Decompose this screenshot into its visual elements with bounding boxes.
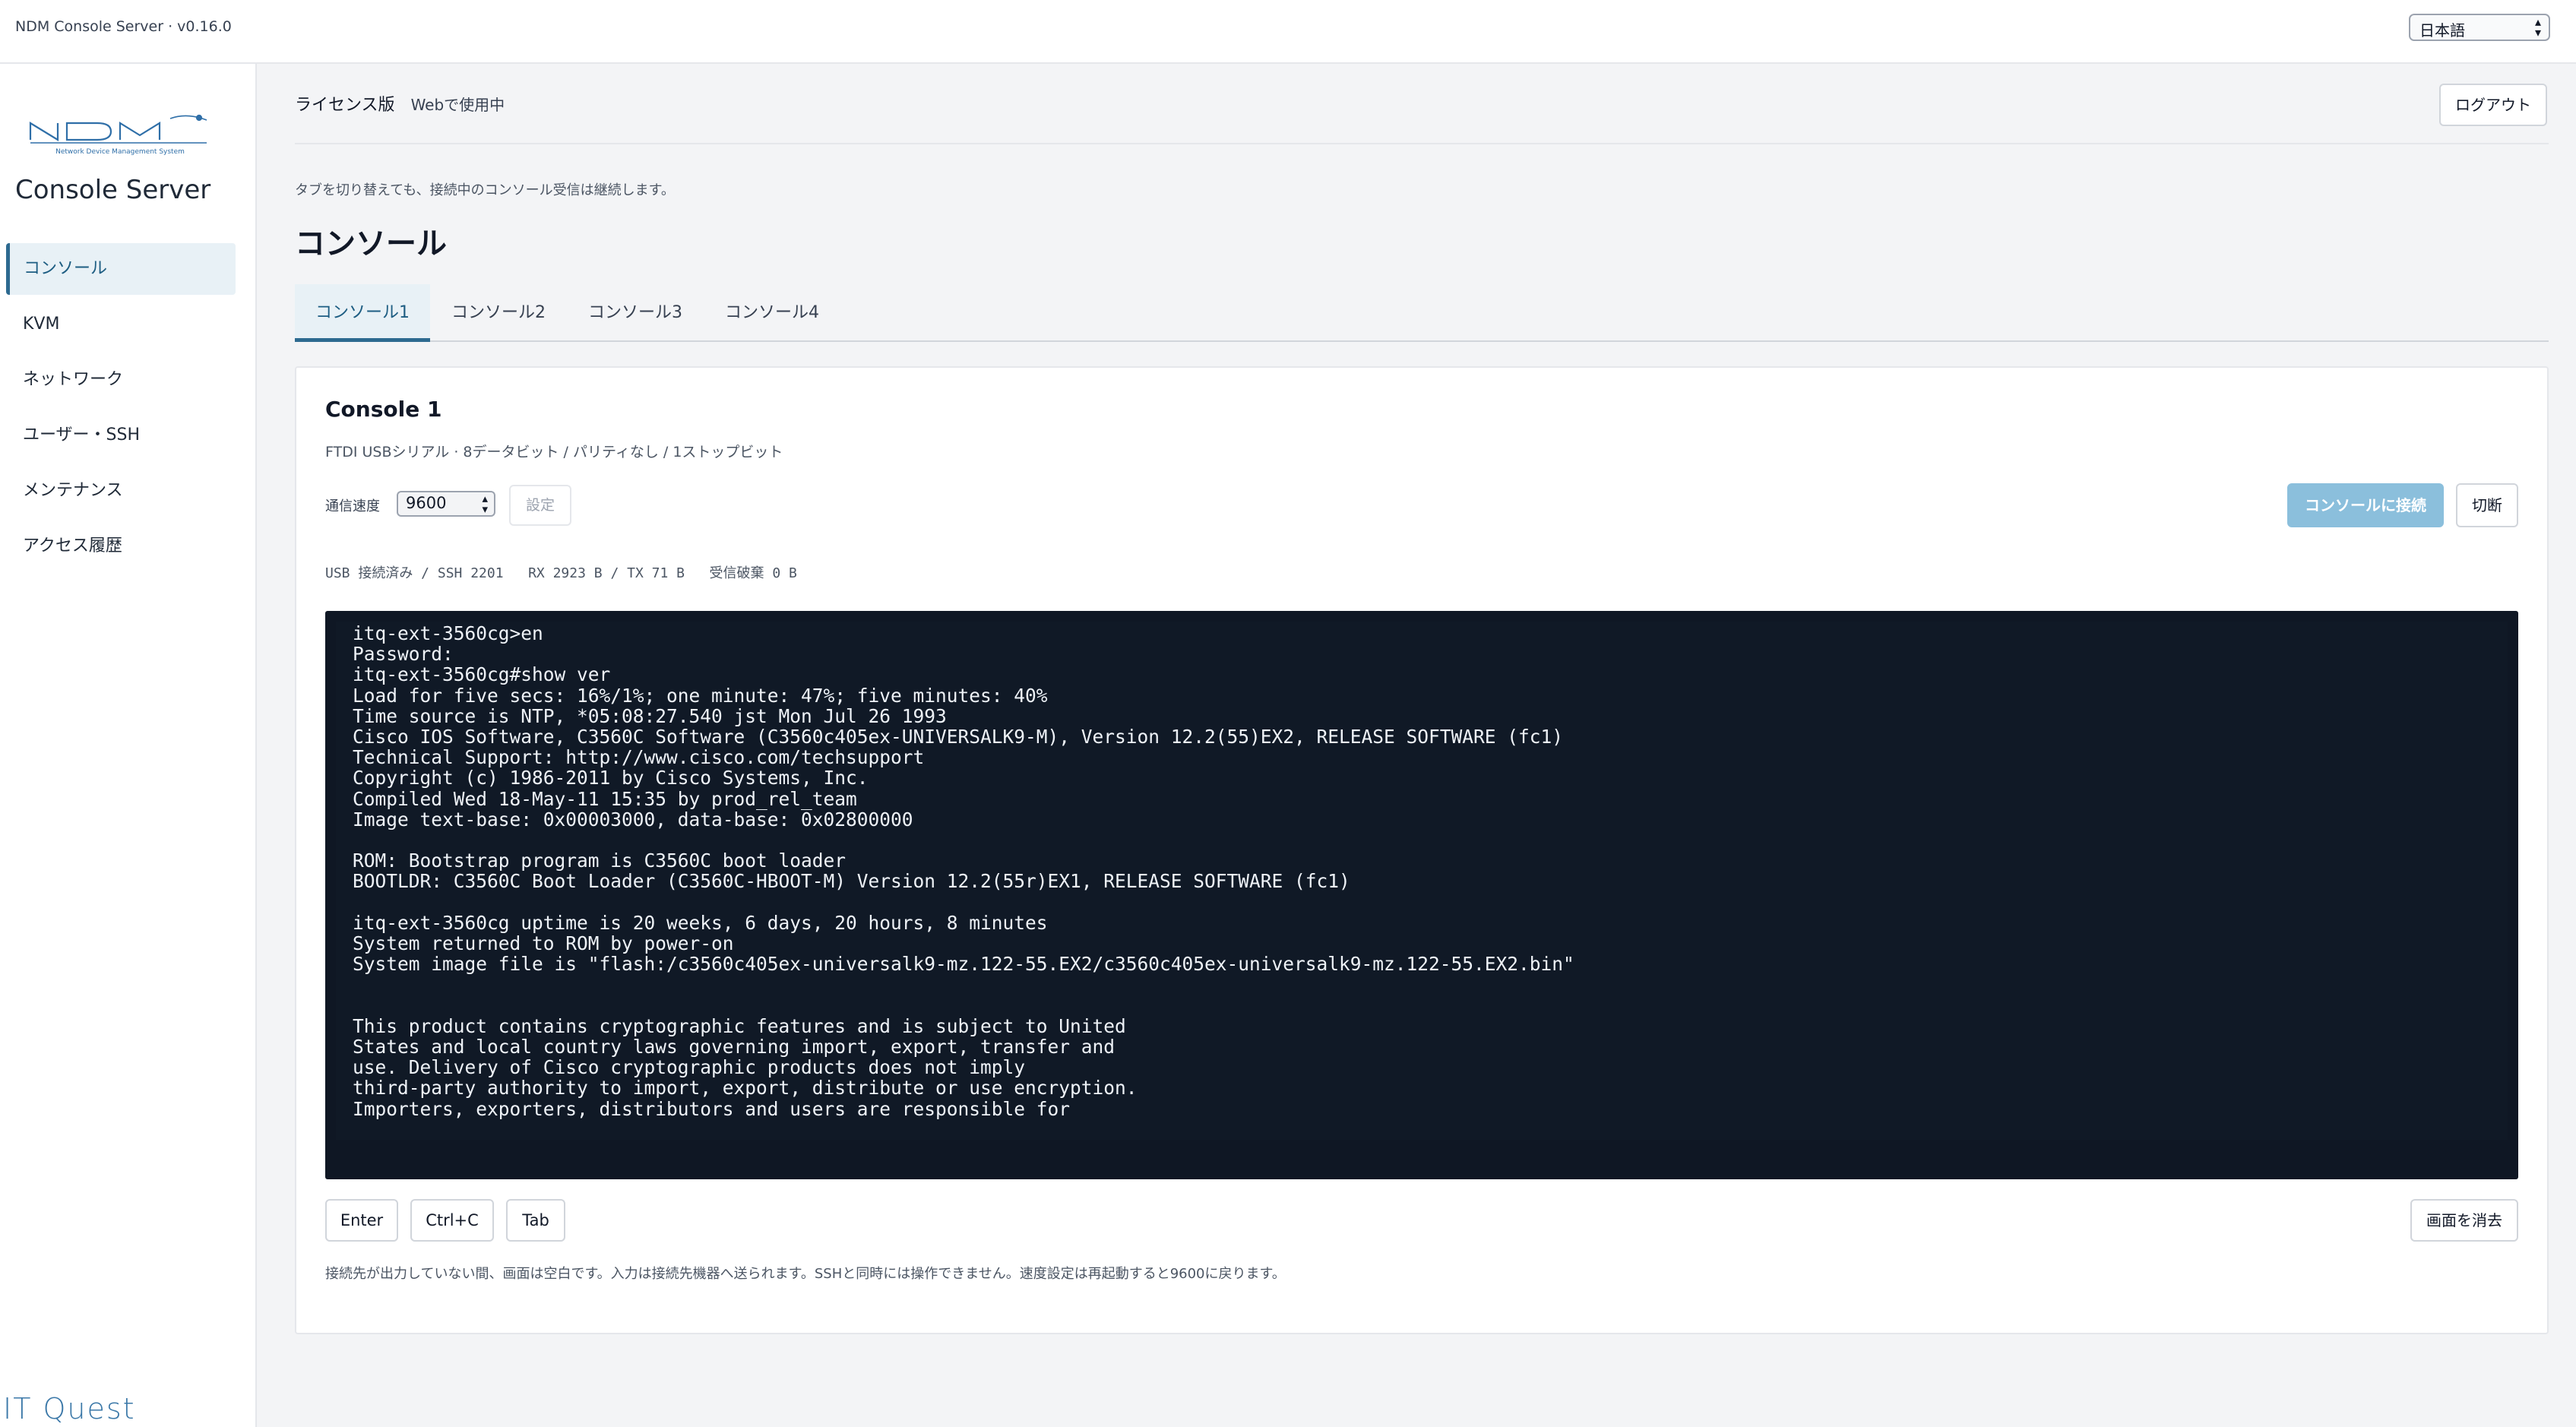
main-content: ライセンス版 Webで使用中 ログアウト タブを切り替えても、接続中のコンソール… <box>257 64 2576 1427</box>
tab-console-4[interactable]: コンソール4 <box>704 284 840 342</box>
tab-key-button[interactable]: Tab <box>506 1199 565 1242</box>
console-title: Console 1 <box>325 397 442 422</box>
status-traffic: RX 2923 B / TX 71 B <box>528 565 685 581</box>
connect-console-button[interactable]: コンソールに接続 <box>2287 483 2444 527</box>
connection-status: USB 接続済み / SSH 2201 RX 2923 B / TX 71 B … <box>325 562 797 582</box>
sidebar-item-access-history[interactable]: アクセス履歴 <box>6 520 236 572</box>
logout-button[interactable]: ログアウト <box>2439 84 2547 126</box>
ndm-logo: Network Device Management System <box>29 114 207 156</box>
language-select-value: 日本語 <box>2419 21 2465 40</box>
clear-screen-button[interactable]: 画面を消去 <box>2410 1199 2518 1242</box>
console-tabs: コンソール1 コンソール2 コンソール3 コンソール4 <box>295 284 2549 342</box>
baud-rate-value: 9600 <box>406 494 447 512</box>
terminal-viewport: itq-ext-3560cg>en Password: itq-ext-3560… <box>336 622 2508 1140</box>
svg-text:Network Device Management Syst: Network Device Management System <box>55 148 185 156</box>
terminal-output: itq-ext-3560cg>en Password: itq-ext-3560… <box>353 622 1574 1120</box>
serial-info: FTDI USBシリアル · 8データビット / パリティなし / 1ストップビ… <box>325 444 783 460</box>
set-baud-button[interactable]: 設定 <box>509 485 571 526</box>
license-value: Webで使用中 <box>410 96 505 114</box>
tab-console-2[interactable]: コンソール2 <box>430 284 567 342</box>
sidebar-item-users-ssh[interactable]: ユーザー・SSH <box>6 410 236 461</box>
select-arrows-icon: ▴ ▾ <box>2534 14 2541 40</box>
page-title: コンソール <box>295 226 447 261</box>
status-connection: USB 接続済み / SSH 2201 <box>325 565 504 581</box>
sidebar-item-maintenance[interactable]: メンテナンス <box>6 465 236 517</box>
license-info: ライセンス版 Webで使用中 <box>295 91 505 115</box>
sidebar-item-kvm[interactable]: KVM <box>6 299 236 350</box>
language-select[interactable]: 日本語 ▴ ▾ <box>2409 14 2550 41</box>
console-panel: Console 1 FTDI USBシリアル · 8データビット / パリティな… <box>295 366 2549 1334</box>
baud-rate-label: 通信速度 <box>325 498 380 514</box>
app-title: NDM Console Server · v0.16.0 <box>15 18 232 35</box>
divider <box>295 143 2549 144</box>
select-arrows-icon: ▴ ▾ <box>482 492 488 516</box>
terminal[interactable]: itq-ext-3560cg>en Password: itq-ext-3560… <box>325 611 2518 1179</box>
it-quest-logo: IT Quest <box>3 1392 136 1425</box>
top-bar: NDM Console Server · v0.16.0 日本語 ▴ ▾ <box>0 0 2576 64</box>
tab-notice: タブを切り替えても、接続中のコンソール受信は継続します。 <box>295 182 675 198</box>
sidebar: Network Device Management System Console… <box>0 64 257 1427</box>
baud-rate-select[interactable]: 9600 ▴ ▾ <box>397 491 495 517</box>
license-label: ライセンス版 <box>295 96 395 115</box>
sidebar-item-network[interactable]: ネットワーク <box>6 354 236 406</box>
tab-console-3[interactable]: コンソール3 <box>567 284 704 342</box>
enter-key-button[interactable]: Enter <box>325 1199 398 1242</box>
disconnect-button[interactable]: 切断 <box>2456 483 2518 527</box>
brand-title: Console Server <box>15 175 211 205</box>
sidebar-item-console[interactable]: コンソール <box>6 243 236 295</box>
console-footnote: 接続先が出力していない間、画面は空白です。入力は接続先機器へ送られます。SSHと… <box>325 1266 1286 1282</box>
tab-console-1[interactable]: コンソール1 <box>295 284 430 342</box>
sidebar-nav: コンソール KVM ネットワーク ユーザー・SSH メンテナンス アクセス履歴 <box>6 243 236 576</box>
status-dropped: 受信破棄 0 B <box>709 565 797 581</box>
ctrl-c-key-button[interactable]: Ctrl+C <box>410 1199 494 1242</box>
